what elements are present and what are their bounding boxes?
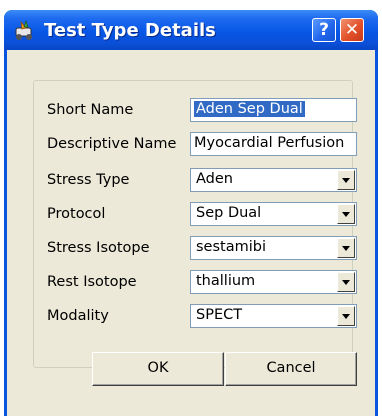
descriptive-name-label: Descriptive Name <box>47 136 177 152</box>
stress-isotope-label: Stress Isotope <box>47 240 150 256</box>
stress-type-value: Aden <box>196 171 233 187</box>
descriptive-name-input[interactable]: Myocardial Perfusion <box>190 132 357 156</box>
short-name-label: Short Name <box>47 102 134 118</box>
chevron-down-icon[interactable] <box>337 272 355 292</box>
modality-label: Modality <box>47 308 109 324</box>
cancel-button[interactable]: Cancel <box>225 352 357 386</box>
protocol-label: Protocol <box>47 206 106 222</box>
stress-isotope-value: sestamibi <box>196 239 266 255</box>
protocol-value: Sep Dual <box>196 205 262 221</box>
dialog-body: Short Name Aden Sep Dual Descriptive Nam… <box>7 50 375 416</box>
stress-type-select[interactable]: Aden <box>190 168 357 192</box>
help-button[interactable]: ? <box>312 18 336 42</box>
short-name-input[interactable]: Aden Sep Dual <box>190 98 357 122</box>
rest-isotope-value: thallium <box>196 273 256 289</box>
descriptive-name-value: Myocardial Perfusion <box>194 135 345 151</box>
rest-isotope-select[interactable]: thallium <box>190 270 357 294</box>
protocol-select[interactable]: Sep Dual <box>190 202 357 226</box>
rest-isotope-label: Rest Isotope <box>47 274 137 290</box>
chevron-down-icon[interactable] <box>337 238 355 258</box>
chevron-down-icon[interactable] <box>337 204 355 224</box>
close-icon: ✕ <box>344 20 360 40</box>
short-name-value: Aden Sep Dual <box>194 101 305 117</box>
ok-button[interactable]: OK <box>92 352 224 386</box>
stress-isotope-select[interactable]: sestamibi <box>190 236 357 260</box>
stress-type-label: Stress Type <box>47 172 130 188</box>
application-icon <box>15 19 32 40</box>
help-icon: ? <box>319 20 329 40</box>
modality-select[interactable]: SPECT <box>190 304 357 328</box>
chevron-down-icon[interactable] <box>337 170 355 190</box>
chevron-down-icon[interactable] <box>337 306 355 326</box>
modality-value: SPECT <box>196 307 243 323</box>
title-bar[interactable]: Test Type Details ? ✕ <box>4 10 378 50</box>
dialog-title: Test Type Details <box>44 20 216 41</box>
close-button[interactable]: ✕ <box>340 18 364 42</box>
dialog-window: Test Type Details ? ✕ Short Name Aden Se… <box>4 10 378 416</box>
